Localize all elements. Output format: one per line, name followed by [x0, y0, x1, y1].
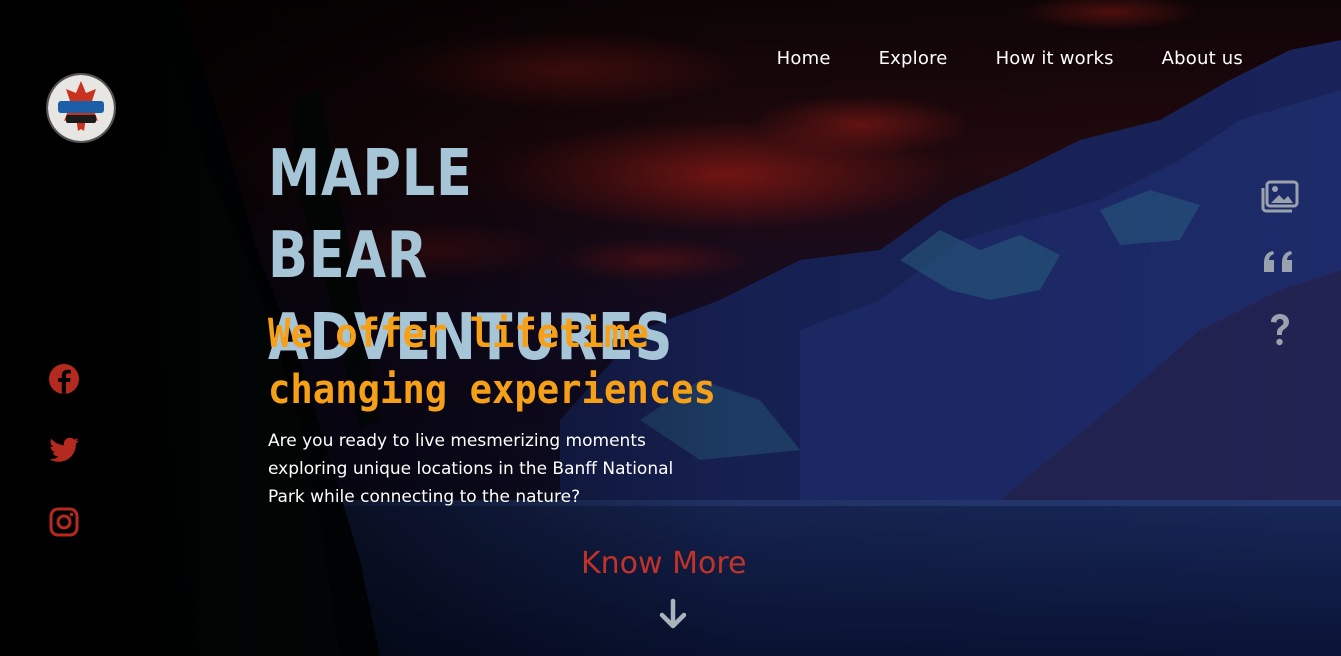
nav-about-us[interactable]: About us	[1162, 48, 1243, 69]
twitter-icon[interactable]	[46, 432, 82, 468]
nav-how-it-works[interactable]: How it works	[996, 48, 1114, 69]
question-icon[interactable]	[1259, 308, 1301, 350]
main-nav: Home Explore How it works About us	[777, 48, 1243, 69]
facebook-icon[interactable]	[46, 361, 82, 397]
arrow-down-icon[interactable]	[656, 598, 690, 632]
hero-page: Home Explore How it works About us MAPLE…	[0, 0, 1341, 656]
logo[interactable]	[46, 73, 116, 143]
nav-explore[interactable]: Explore	[879, 48, 948, 69]
know-more-button[interactable]: Know More	[581, 546, 746, 581]
hero-description: Are you ready to live mesmerizing moment…	[268, 431, 674, 507]
instagram-icon[interactable]	[46, 504, 82, 540]
gallery-icon[interactable]	[1259, 176, 1301, 218]
maple-leaf-logo-icon	[48, 75, 114, 141]
hero-tagline: We offer lifetime changing experiences	[268, 311, 716, 413]
quote-icon[interactable]	[1259, 243, 1301, 285]
nav-home[interactable]: Home	[777, 48, 831, 69]
